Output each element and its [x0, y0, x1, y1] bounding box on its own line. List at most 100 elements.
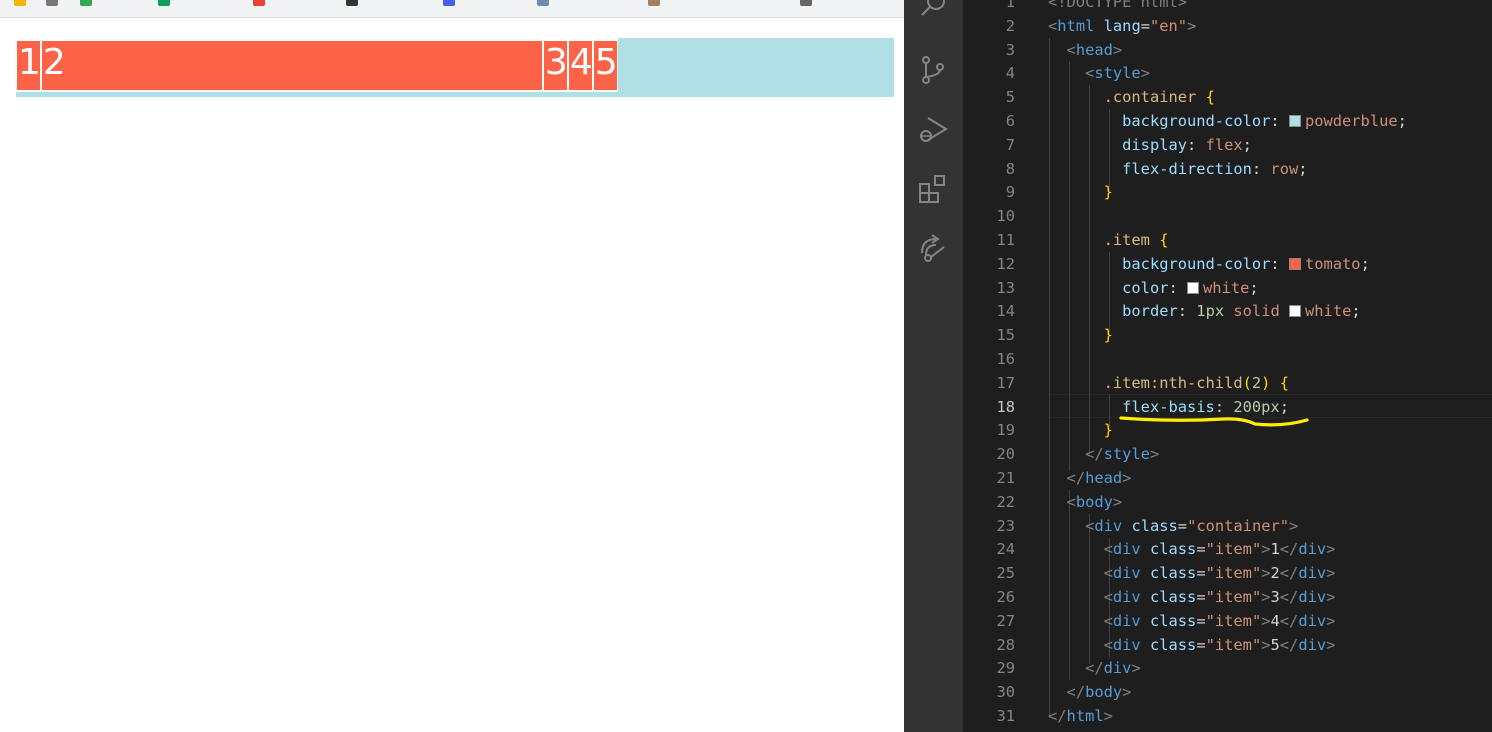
- flex-item-2: 2: [40, 38, 543, 92]
- line-number: 28: [996, 635, 1015, 654]
- flex-item-5: 5: [592, 38, 618, 92]
- code-line: 16: [963, 347, 1492, 371]
- line-number: 7: [1005, 135, 1015, 154]
- code-editor[interactable]: 1 <!DOCTYPE html> 2 <html lang="en"> 3 <head…: [963, 0, 1492, 732]
- flex-item-4: 4: [567, 38, 593, 92]
- flex-item-3: 3: [542, 38, 568, 92]
- line-number: 1: [1005, 0, 1015, 11]
- code-text: <div class="item">2</div>: [1103, 564, 1336, 583]
- line-number: 30: [996, 683, 1015, 702]
- line-number: 10: [996, 207, 1015, 226]
- flex-item-1: 1: [16, 38, 41, 92]
- code-line: 21 </head>: [963, 466, 1492, 490]
- bookmark-item[interactable]: [158, 0, 170, 6]
- line-number: 25: [996, 564, 1015, 583]
- code-text: <!DOCTYPE html>: [1048, 0, 1187, 11]
- bookmark-item[interactable]: [648, 0, 660, 6]
- code-line: 11 .item {: [963, 228, 1492, 252]
- code-text: }: [1103, 183, 1113, 202]
- code-line: 28 <div class="item">5</div>: [963, 633, 1492, 657]
- line-number: 17: [996, 373, 1015, 392]
- code-text: background-color: tomato;: [1122, 254, 1370, 273]
- code-line: 18 flex-basis: 200px;: [963, 395, 1492, 419]
- bookmark-favicon-icon: [537, 0, 549, 6]
- line-number: 29: [996, 659, 1015, 678]
- line-number: 6: [1005, 112, 1015, 130]
- code-line: 27 <div class="item">4</div>: [963, 609, 1492, 633]
- code-line: 6 background-color: powderblue;: [963, 109, 1492, 133]
- bookmark-item[interactable]: [443, 0, 455, 6]
- code-text: flex-direction: row;: [1122, 159, 1308, 178]
- code-text: </style>: [1085, 445, 1160, 464]
- code-text: flex-basis: 200px;: [1122, 397, 1289, 416]
- bookmark-item[interactable]: [14, 0, 26, 6]
- code-line: 26 <div class="item">3</div>: [963, 585, 1492, 609]
- code-text: <div class="container">: [1085, 516, 1299, 535]
- code-text: }: [1103, 421, 1113, 440]
- bookmark-favicon-icon: [648, 0, 660, 6]
- bookmark-favicon-icon: [14, 0, 26, 6]
- code-line: 8 flex-direction: row;: [963, 157, 1492, 181]
- code-line: 3 <head>: [963, 38, 1492, 62]
- bookmarks-bar: [0, 0, 904, 18]
- line-number: 9: [1005, 183, 1015, 202]
- search-icon[interactable]: [918, 0, 948, 20]
- code-text: <div class="item">4</div>: [1103, 611, 1336, 630]
- code-text: .container {: [1103, 88, 1215, 107]
- run-debug-icon[interactable]: [918, 114, 948, 144]
- line-number: 13: [996, 278, 1015, 297]
- color-swatch[interactable]: [1288, 115, 1301, 127]
- code-text: <div class="item">3</div>: [1103, 588, 1336, 606]
- line-number: 20: [996, 445, 1015, 464]
- code-text: .item:nth-child(2) {: [1103, 373, 1290, 392]
- code-text: display: flex;: [1122, 135, 1252, 154]
- code-text: <style>: [1085, 64, 1150, 83]
- browser-viewport: 1 2 3 4 5: [0, 0, 904, 732]
- activity-bar: [904, 0, 963, 732]
- code-text: <head>: [1066, 40, 1123, 59]
- code-line: 4 <style>: [963, 61, 1492, 85]
- line-number: 31: [996, 707, 1015, 725]
- code-line: 9 }: [963, 180, 1492, 204]
- code-line: 17 .item:nth-child(2) {: [963, 371, 1492, 395]
- code-text: <div class="item">1</div>: [1103, 540, 1336, 559]
- bookmark-favicon-icon: [346, 0, 358, 6]
- code-text: .item {: [1103, 231, 1169, 249]
- remote-explorer-icon[interactable]: [918, 233, 948, 263]
- line-number: 2: [1005, 16, 1015, 35]
- line-number: 11: [996, 231, 1015, 249]
- line-number: 19: [996, 421, 1015, 440]
- code-line: 7 display: flex;: [963, 133, 1492, 157]
- bookmark-item[interactable]: [46, 0, 58, 6]
- line-number: 21: [996, 469, 1015, 487]
- code-line: 2 <html lang="en">: [963, 14, 1492, 38]
- color-swatch[interactable]: [1289, 305, 1302, 318]
- code-line: 12 background-color: tomato;: [963, 252, 1492, 276]
- line-number: 18: [996, 397, 1015, 416]
- source-control-icon[interactable]: [918, 55, 948, 85]
- code-text: </body>: [1066, 683, 1132, 702]
- code-text: <html lang="en">: [1048, 16, 1197, 35]
- code-line: 24 <div class="item">1</div>: [963, 537, 1492, 561]
- extensions-icon[interactable]: [918, 174, 948, 204]
- bookmark-item[interactable]: [253, 0, 265, 6]
- code-text: </div>: [1085, 659, 1141, 678]
- code-line: 31 </html>: [963, 704, 1492, 728]
- code-line: 1 <!DOCTYPE html>: [963, 0, 1492, 14]
- line-number: 3: [1005, 40, 1015, 59]
- code-text: <body>: [1066, 492, 1123, 511]
- code-line: 19 }: [963, 418, 1492, 442]
- code-line: 14 border: 1px solid white;: [963, 299, 1492, 323]
- bookmark-item[interactable]: [537, 0, 549, 6]
- line-number: 27: [996, 611, 1015, 630]
- color-swatch[interactable]: [1288, 257, 1301, 270]
- bookmark-item[interactable]: [800, 0, 812, 6]
- code-text: </html>: [1048, 707, 1113, 725]
- bookmark-item[interactable]: [80, 0, 92, 6]
- flex-container: 1 2 3 4 5: [16, 38, 894, 97]
- bookmark-item[interactable]: [346, 0, 358, 6]
- line-number: 15: [996, 326, 1015, 345]
- color-swatch[interactable]: [1187, 281, 1200, 294]
- line-number: 4: [1005, 64, 1015, 83]
- code-line: 5 .container {: [963, 85, 1492, 109]
